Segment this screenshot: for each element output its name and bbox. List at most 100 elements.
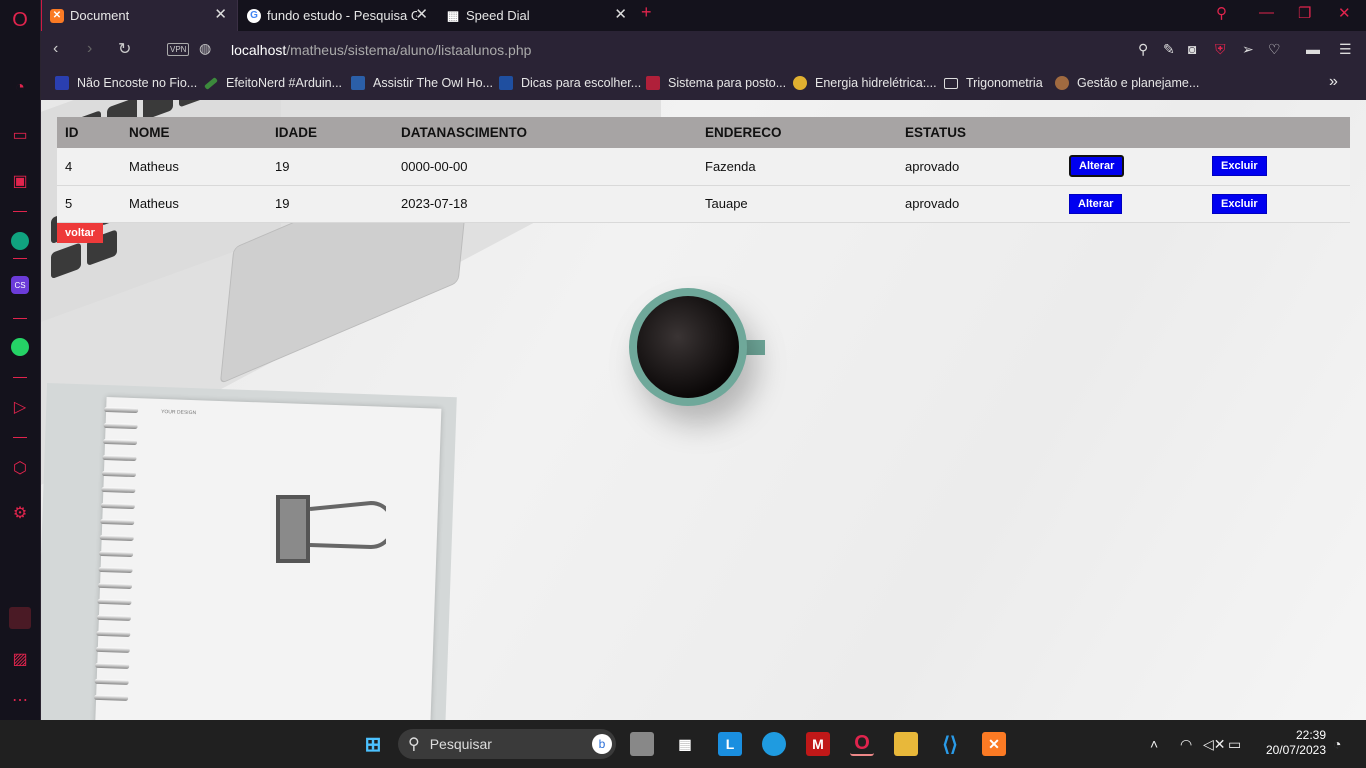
tab-search-icon[interactable]: ⚲ — [1216, 4, 1227, 22]
opera-logo-icon[interactable]: O — [0, 8, 40, 32]
send-icon[interactable]: ➢ — [1242, 41, 1254, 58]
clock[interactable]: 22:39 20/07/2023 — [1258, 728, 1326, 758]
bookmark-favicon-icon — [1055, 76, 1069, 90]
alterar-button[interactable]: Alterar — [1069, 155, 1125, 178]
bookmark-favicon-icon — [646, 76, 660, 90]
sidebar-divider — [13, 258, 27, 259]
column-header-alterar — [1061, 117, 1204, 148]
windows-start-icon[interactable]: ⊞ — [361, 732, 385, 756]
cell-nascimento: 2023-07-18 — [393, 185, 697, 223]
settings-gear-icon[interactable]: ⚙ — [0, 501, 40, 525]
tab-document[interactable]: ✕ Document ✕ — [41, 0, 238, 31]
ad-blocker-shield-icon[interactable]: ⛨ — [1215, 41, 1226, 58]
task-view-icon[interactable] — [630, 732, 654, 756]
whatsapp-icon[interactable] — [0, 335, 40, 359]
tab-speed-dial[interactable]: ▦ Speed Dial ✕ — [438, 0, 637, 31]
bookmark-item[interactable]: EfeitoNerd #Arduin... — [204, 76, 342, 90]
url-host: localhost — [231, 42, 287, 58]
bookmark-item[interactable]: Sistema para posto... — [646, 76, 786, 90]
coffee-cup — [629, 288, 747, 406]
voltar-button[interactable]: voltar — [57, 223, 103, 243]
cell-endereco: Fazenda — [697, 148, 897, 186]
maximize-icon[interactable]: ❐ — [1298, 4, 1311, 22]
bookmark-label: Energia hidrelétrica:... — [815, 76, 937, 90]
bing-icon[interactable]: b — [592, 734, 612, 754]
cell-nascimento: 0000-00-00 — [393, 148, 697, 186]
sidebar-divider — [13, 437, 27, 438]
bookmark-item[interactable]: Dicas para escolher... — [499, 76, 641, 90]
more-bookmarks-icon[interactable]: » — [1329, 73, 1338, 91]
search-page-icon[interactable]: ⚲ — [1138, 41, 1148, 58]
file-explorer-icon[interactable] — [894, 732, 918, 756]
excluir-button[interactable]: Excluir — [1212, 156, 1267, 177]
url-path: /matheus/sistema/aluno/listaalunos.php — [286, 42, 532, 58]
speed-dial-icon[interactable]: ◔ — [0, 76, 40, 100]
site-info-globe-icon[interactable]: ◍ — [199, 40, 211, 57]
easy-setup-icon[interactable]: ☰ — [1339, 41, 1352, 58]
bookmarks-bar: Não Encoste no Fio... EfeitoNerd #Arduin… — [41, 69, 1366, 100]
more-options-icon[interactable]: ⋯ — [0, 688, 40, 712]
search-icon: ⚲ — [408, 736, 420, 753]
bookmark-item[interactable]: Não Encoste no Fio... — [55, 76, 197, 90]
close-window-icon[interactable]: ✕ — [1338, 4, 1351, 22]
image-icon[interactable]: ▨ — [0, 647, 40, 671]
favorite-heart-icon[interactable]: ♡ — [1268, 41, 1281, 58]
mcafee-icon[interactable]: M — [806, 732, 830, 756]
workspaces-icon[interactable]: ▭ — [0, 123, 40, 147]
tab-bar: ✕ Document ✕ G fundo estudo - Pesquisa G… — [41, 0, 1366, 31]
pinned-tool-icon[interactable] — [0, 606, 40, 630]
close-tab-icon[interactable]: ✕ — [214, 7, 227, 23]
crypto-wallet-icon[interactable]: ⬡ — [0, 456, 40, 480]
snapshot-camera-icon[interactable]: ◙ — [1188, 41, 1196, 57]
microsoft-store-icon[interactable]: ▦ — [673, 732, 697, 756]
bookmark-favicon-icon — [55, 76, 69, 90]
tab-pesquisa[interactable]: G fundo estudo - Pesquisa Go ✕ — [239, 0, 438, 31]
sidebar-divider — [13, 318, 27, 319]
reload-icon[interactable]: ↻ — [118, 39, 131, 59]
cell-nome: Matheus — [121, 185, 267, 223]
binder-clip-icon — [276, 495, 386, 563]
speaker-muted-icon[interactable]: ◁✕ — [1203, 736, 1226, 753]
close-tab-icon[interactable]: ✕ — [614, 7, 627, 23]
app-l-icon[interactable]: L — [718, 732, 742, 756]
bookmark-item[interactable]: Gestão e planejame... — [1055, 76, 1199, 90]
bookmark-folder[interactable]: Trigonometria — [944, 76, 1043, 90]
minimize-icon[interactable]: — — [1259, 4, 1274, 21]
back-icon[interactable]: ‹ — [53, 40, 58, 58]
alterar-button[interactable]: Alterar — [1069, 193, 1123, 214]
edit-icon[interactable]: ✎ — [1163, 41, 1175, 58]
xampp-icon[interactable]: ✕ — [982, 732, 1006, 756]
bookmark-favicon-icon — [793, 76, 807, 90]
cell-idade: 19 — [267, 148, 393, 186]
excluir-button[interactable]: Excluir — [1212, 193, 1267, 214]
bookmark-item[interactable]: Assistir The Owl Ho... — [351, 76, 493, 90]
table-row: 4 Matheus 19 0000-00-00 Fazenda aprovado… — [57, 148, 1350, 186]
google-favicon-icon: G — [247, 8, 261, 23]
vpn-badge[interactable]: VPN — [167, 43, 190, 56]
vscode-icon[interactable]: ⟨⟩ — [938, 732, 962, 756]
edge-icon[interactable] — [762, 732, 786, 756]
opera-taskbar-icon[interactable]: O — [850, 732, 874, 756]
table-header-row: ID NOME IDADE DATANASCIMENTO ENDERECO ES… — [57, 117, 1350, 148]
url-field[interactable]: localhost/matheus/sistema/aluno/listaalu… — [231, 42, 531, 58]
column-header-idade: IDADE — [267, 117, 393, 148]
player-icon[interactable]: ▷ — [0, 395, 40, 419]
wifi-icon[interactable]: ◠ — [1180, 736, 1192, 753]
battery-saver-icon[interactable]: ▬ — [1306, 41, 1320, 57]
new-tab-button[interactable]: + — [641, 2, 652, 23]
extensions-icon[interactable]: ▣ — [0, 169, 40, 193]
opera-sidebar: O ◔ ▭ ▣ CS ▷ ⬡ ⚙ ▨ ⋯ — [0, 0, 41, 720]
clock-time: 22:39 — [1295, 728, 1326, 742]
taskbar-search-box[interactable]: ⚲ Pesquisar b — [398, 729, 616, 759]
forward-icon[interactable]: › — [87, 40, 92, 58]
bookmark-item[interactable]: Energia hidrelétrica:... — [793, 76, 937, 90]
show-hidden-icons-icon[interactable]: ˄ — [1150, 736, 1158, 752]
chatsonic-icon[interactable]: CS — [0, 273, 40, 297]
column-header-estatus: ESTATUS — [897, 117, 1061, 148]
close-tab-icon[interactable]: ✕ — [415, 7, 428, 23]
chatgpt-icon[interactable] — [0, 229, 40, 253]
bookmark-label: Trigonometria — [966, 76, 1043, 90]
battery-icon[interactable]: ▭ — [1228, 736, 1241, 753]
notifications-icon[interactable]: ◔ — [1333, 736, 1341, 752]
bookmark-label: Assistir The Owl Ho... — [373, 76, 493, 90]
